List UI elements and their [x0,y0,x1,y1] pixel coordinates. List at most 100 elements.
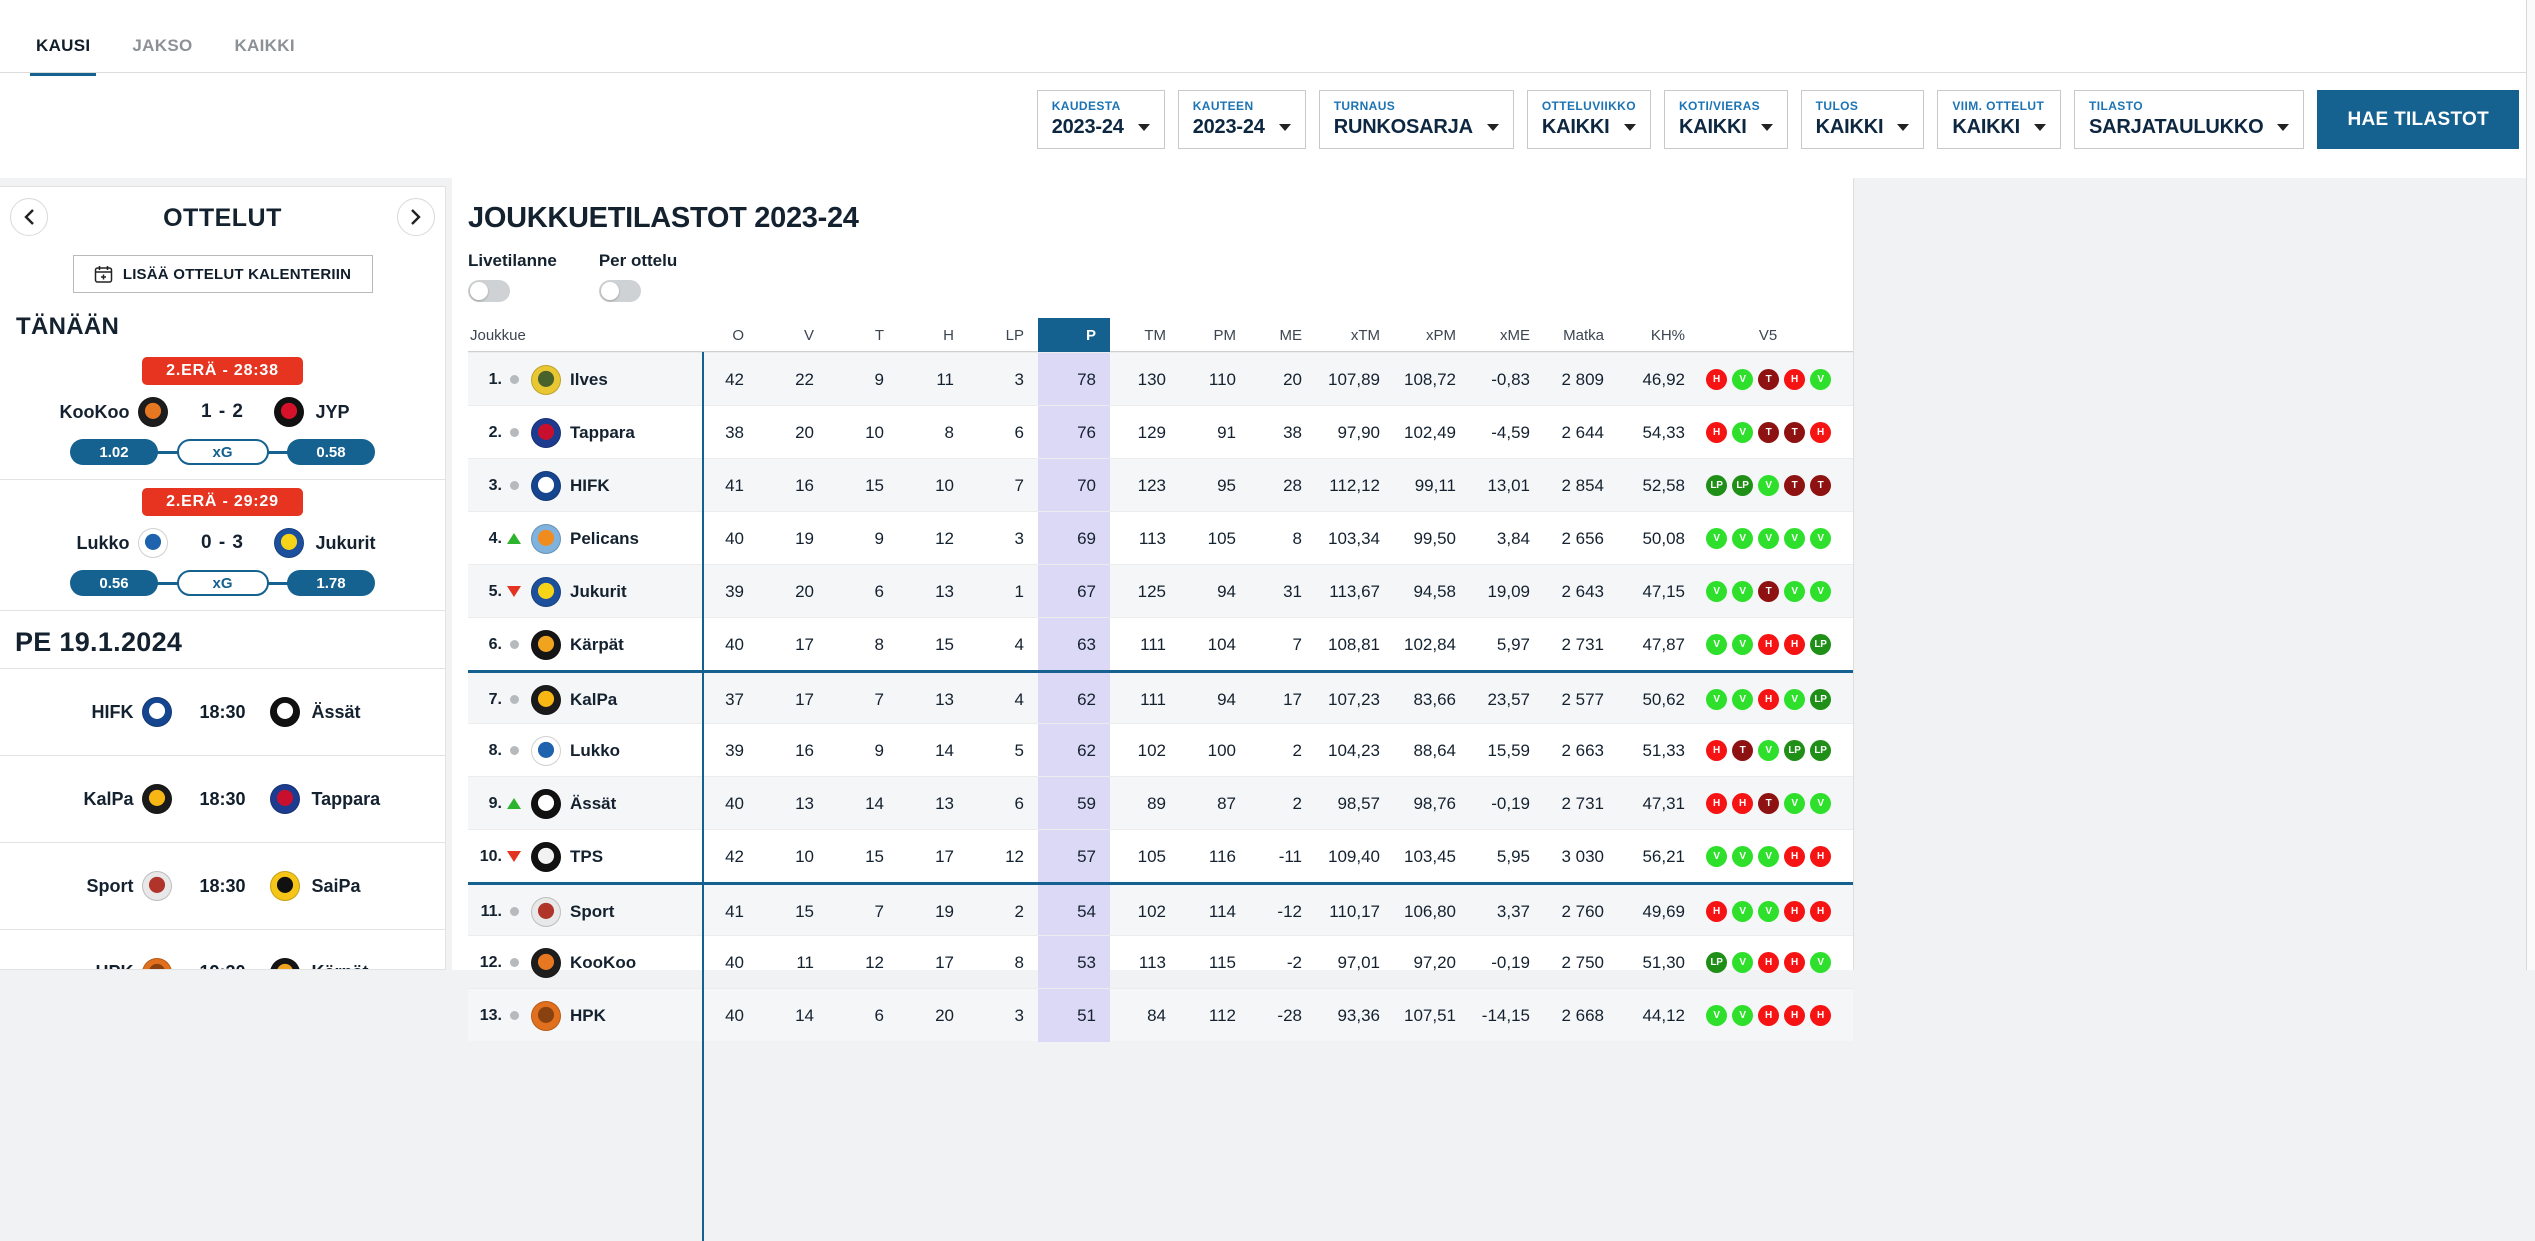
upcoming-match-row[interactable]: KalPa18:30Tappara [0,755,445,842]
result-badge-lp: LP [1784,740,1805,761]
cell-kh-pct: 56,21 [1618,847,1699,867]
filter-tulos[interactable]: TULOSKAIKKI [1801,90,1925,149]
add-to-calendar-button[interactable]: LISÄÄ OTTELUT KALENTERIIN [73,255,373,293]
result-badge-v: V [1706,581,1727,602]
match-score: 1 - 2 [180,401,266,423]
cell-h: 13 [898,690,968,710]
filter-turnaus[interactable]: TURNAUSRUNKOSARJA [1319,90,1514,149]
table-row-kalpa[interactable]: 7.KalPa37177134621119417107,2383,6623,57… [468,670,1853,723]
cell-xtm: 97,90 [1316,423,1394,443]
table-row-ss-t[interactable]: 9.Ässät401314136598987298,5798,76-0,192 … [468,776,1853,829]
table-row-hpk[interactable]: 13.HPK401462035184112-2893,36107,51-14,1… [468,988,1853,1041]
column-header-h[interactable]: H [898,327,968,344]
column-header-xtm[interactable]: xTM [1316,327,1394,344]
table-row-hifk[interactable]: 3.HIFK411615107701239528112,1299,1113,01… [468,458,1853,511]
sidebar-title: OTTELUT [163,204,282,233]
column-header-me[interactable]: ME [1250,327,1316,344]
column-header-p[interactable]: P [1038,318,1110,352]
result-badge-v: V [1732,689,1753,710]
filter-koti-vieras[interactable]: KOTI/VIERASKAIKKI [1664,90,1788,149]
filter-value: KAIKKI [1679,116,1747,139]
column-header-joukkue[interactable]: Joukkue [468,327,688,344]
cell-kh-pct: 44,12 [1618,1006,1699,1026]
live-match-card[interactable]: 2.ERÄ - 28:38KooKoo1 - 2JYP1.02xG0.58 [0,349,445,480]
cell-h: 17 [898,847,968,867]
next-arrow-button[interactable] [397,198,435,236]
trend-up-icon [504,533,524,544]
cell-t: 9 [828,529,898,549]
away-team-name: Tappara [312,789,410,810]
cell-v: 20 [758,423,828,443]
result-badge-v: V [1810,369,1831,390]
table-row-jukurit[interactable]: 5.Jukurit39206131671259431113,6794,5819,… [468,564,1853,617]
toggle-label: Livetilanne [468,251,557,271]
result-badge-h: H [1784,1005,1805,1026]
filter-tilasto[interactable]: TILASTOSARJATAULUKKO [2074,90,2304,149]
column-header-tm[interactable]: TM [1110,327,1180,344]
cell-xtm: 104,23 [1316,741,1394,761]
result-badge-t: T [1758,369,1779,390]
rank-number: 5. [468,583,504,601]
hae-tilastot-button[interactable]: HAE TILASTOT [2317,90,2519,149]
filter-kauteen[interactable]: KAUTEEN2023-24 [1178,90,1306,149]
team-name: Kärpät [568,635,688,655]
result-badge-t: T [1784,475,1805,496]
column-header-xpm[interactable]: xPM [1394,327,1470,344]
cell-matka: 2 644 [1544,423,1618,443]
filter-otteluviikko[interactable]: OTTELUVIIKKOKAIKKI [1527,90,1651,149]
column-header-matka[interactable]: Matka [1544,327,1618,344]
cell-t: 14 [828,794,898,814]
table-row-kookoo[interactable]: 12.KooKoo40111217853113115-297,0197,20-0… [468,935,1853,988]
filter-viim-ottelut[interactable]: VIIM. OTTELUTKAIKKI [1937,90,2061,149]
cell-xme: 3,84 [1470,529,1544,549]
column-header-v[interactable]: V [758,327,828,344]
tab-jakso[interactable]: JAKSO [126,28,198,76]
cell-matka: 2 854 [1544,476,1618,496]
toggle-switch[interactable] [599,280,641,302]
team-logo-lukko [138,528,168,558]
v5-results: VVTVV [1699,581,1837,602]
table-row-ilves[interactable]: 1.Ilves422291137813011020107,89108,72-0,… [468,352,1853,405]
cell-xpm: 102,84 [1394,635,1470,655]
toggle-switch[interactable] [468,280,510,302]
upcoming-match-row[interactable]: HIFK18:30Ässät [0,668,445,755]
column-header-o[interactable]: O [688,327,758,344]
column-header-xme[interactable]: xME [1470,327,1544,344]
result-badge-h: H [1732,793,1753,814]
column-header-v5[interactable]: V5 [1699,327,1837,344]
column-header-kh[interactable]: KH% [1618,327,1699,344]
result-badge-lp: LP [1810,634,1831,655]
xg-label: xG [177,439,269,465]
table-row-k-rp-t[interactable]: 6.Kärpät40178154631111047108,81102,845,9… [468,617,1853,670]
table-row-tappara[interactable]: 2.Tappara3820108676129913897,90102,49-4,… [468,405,1853,458]
cell-matka: 2 656 [1544,529,1618,549]
table-row-lukko[interactable]: 8.Lukko39169145621021002104,2388,6415,59… [468,723,1853,776]
table-row-sport[interactable]: 11.Sport4115719254102114-12110,17106,803… [468,882,1853,935]
table-row-tps[interactable]: 10.TPS421015171257105116-11109,40103,455… [468,829,1853,882]
live-match-card[interactable]: 2.ERÄ - 29:29Lukko0 - 3Jukurit0.56xG1.78 [0,480,445,611]
cell-v: 15 [758,902,828,922]
cell-lp: 6 [968,794,1038,814]
chevron-right-icon [410,208,422,226]
result-badge-v: V [1758,901,1779,922]
tab-kaikki[interactable]: KAIKKI [228,28,300,76]
cell-xpm: 108,72 [1394,370,1470,390]
table-row-pelicans[interactable]: 4.Pelicans40199123691131058103,3499,503,… [468,511,1853,564]
team-logo-tappara [270,784,300,814]
trend-same-icon [504,375,524,384]
cell-lp: 3 [968,529,1038,549]
cell-p: 57 [1038,830,1110,883]
prev-arrow-button[interactable] [10,198,48,236]
cell-lp: 4 [968,635,1038,655]
filter-kaudesta[interactable]: KAUDESTA2023-24 [1037,90,1165,149]
cell-xtm: 107,23 [1316,690,1394,710]
column-header-pm[interactable]: PM [1180,327,1250,344]
team-name: Sport [568,902,688,922]
cell-h: 14 [898,741,968,761]
page-scrollbar[interactable] [2526,0,2535,970]
column-header-t[interactable]: T [828,327,898,344]
upcoming-match-row[interactable]: HPK19:30Kärpät [0,929,445,970]
upcoming-match-row[interactable]: Sport18:30SaiPa [0,842,445,929]
column-header-lp[interactable]: LP [968,327,1038,344]
tab-kausi[interactable]: KAUSI [30,28,96,76]
